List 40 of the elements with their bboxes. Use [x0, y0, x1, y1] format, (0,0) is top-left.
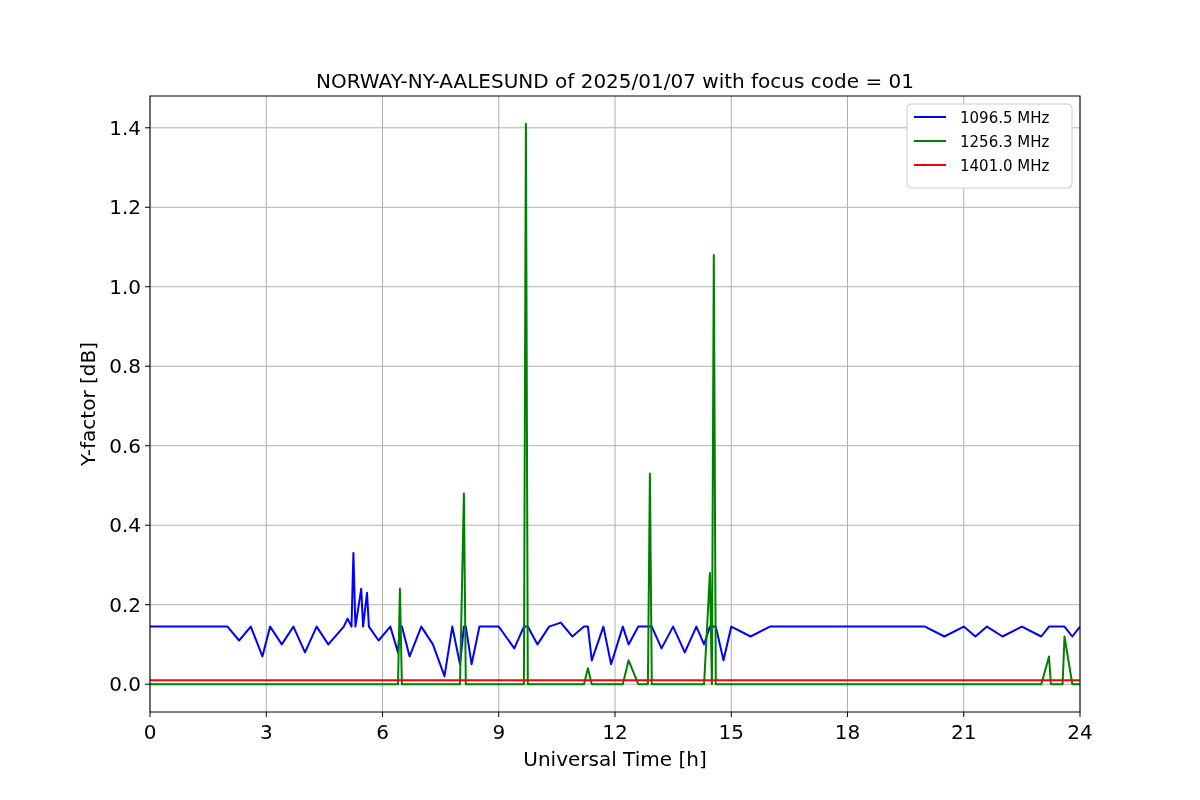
x-tick-label: 6 — [376, 720, 389, 744]
x-tick-label: 9 — [492, 720, 506, 744]
x-tick-label: 24 — [1067, 720, 1093, 744]
y-tick-label: 0.4 — [109, 513, 141, 538]
y-tick-label: 1.2 — [109, 195, 141, 220]
y-axis-label: Y-factor [dB] — [76, 342, 100, 466]
y-tick-label: 0.2 — [109, 592, 141, 617]
y-tick-label: 0.8 — [109, 354, 141, 379]
legend-label: 1401.0 MHz — [960, 157, 1050, 175]
chart-title: NORWAY-NY-AALESUND of 2025/01/07 with focus code = 01 — [316, 69, 914, 93]
legend-label: 1256.3 MHz — [960, 133, 1050, 151]
tick-mark — [382, 711, 383, 718]
y-tick-label: 1.0 — [109, 274, 141, 299]
tick-mark — [144, 683, 151, 685]
tick-mark — [144, 286, 151, 288]
tick-mark — [144, 365, 151, 367]
tick-mark — [730, 711, 732, 718]
x-tick-label: 0 — [143, 720, 157, 744]
x-tick-label: 18 — [834, 720, 861, 744]
tick-mark — [847, 711, 848, 718]
x-tick-label: 15 — [718, 720, 744, 744]
tick-mark — [144, 524, 151, 526]
x-axis-label: Universal Time [h] — [523, 747, 707, 771]
tick-mark — [149, 711, 151, 718]
x-tick-label: 12 — [602, 720, 628, 744]
tick-mark — [144, 445, 151, 447]
tick-mark — [144, 206, 151, 208]
tick-mark — [498, 711, 500, 718]
tick-mark — [144, 604, 151, 606]
tick-mark — [265, 711, 267, 718]
y-tick-label: 1.4 — [109, 115, 141, 140]
tick-mark — [963, 711, 965, 718]
tick-mark — [1079, 711, 1081, 718]
x-tick-label: 3 — [259, 720, 273, 744]
tick-mark — [614, 711, 616, 718]
y-tick-label: 0.6 — [109, 433, 141, 458]
x-tick-label: 21 — [951, 720, 977, 744]
y-tick-label: 0.0 — [109, 672, 141, 697]
tick-mark — [144, 127, 151, 129]
legend-label: 1096.5 MHz — [960, 109, 1050, 127]
